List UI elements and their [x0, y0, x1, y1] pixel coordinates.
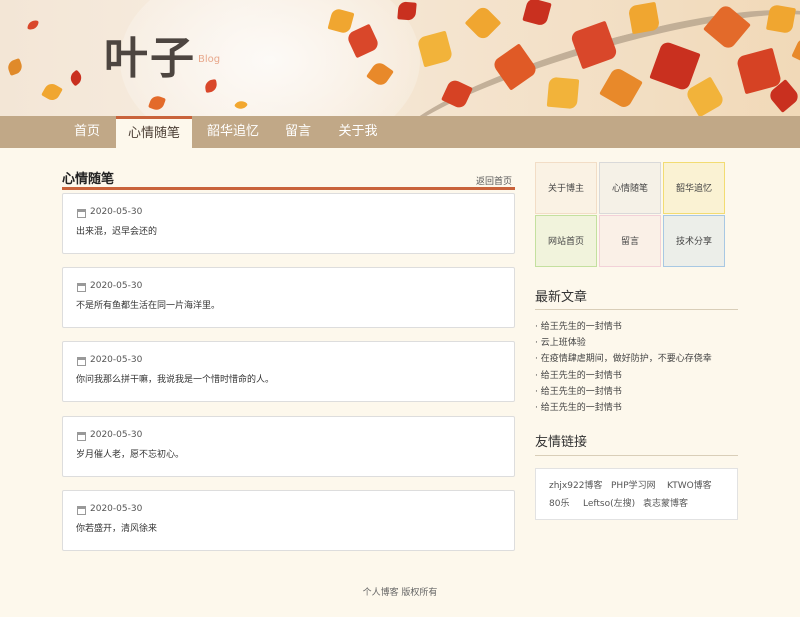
footer-copyright: 个人博客 版权所有: [362, 588, 438, 598]
post-date: 2020-05-30: [90, 430, 143, 440]
leaf-decoration: [67, 69, 85, 87]
section-title: 心情随笔: [62, 172, 115, 187]
tile-mood[interactable]: 心情随笔: [599, 162, 661, 214]
friend-links-box: zhjx922博客 PHP学习网 KTWO博客 80乐 Leftso(左搜) 袁…: [535, 468, 738, 520]
post-date: 2020-05-30: [90, 281, 143, 291]
post-date: 2020-05-30: [90, 207, 143, 217]
article-link[interactable]: · 给王先生的一封情书: [535, 368, 622, 381]
friend-links-rule: [535, 455, 738, 456]
article-link[interactable]: · 给王先生的一封情书: [535, 384, 622, 397]
nav-item-message[interactable]: 留言: [277, 116, 319, 148]
post-card[interactable]: 2020-05-30 岁月催人老，愿不忘初心。: [62, 416, 515, 477]
nav-item-about[interactable]: 关于我: [332, 116, 384, 148]
header-banner: 叶子 Blog: [0, 0, 800, 116]
calendar-icon: [77, 283, 86, 292]
leaf-decoration: [41, 81, 63, 103]
calendar-icon: [77, 506, 86, 515]
logo-subtitle: Blog: [198, 54, 221, 65]
post-text: 不是所有鱼都生活在同一片海洋里。: [76, 301, 221, 311]
calendar-icon: [77, 432, 86, 441]
post-text: 你若盛开，清风徐来: [76, 524, 158, 534]
nav-item-memories[interactable]: 韶华追忆: [200, 116, 266, 148]
tile-message[interactable]: 留言: [599, 215, 661, 267]
nav-item-mood[interactable]: 心情随笔: [116, 116, 192, 148]
friend-link[interactable]: Leftso(左搜): [583, 496, 635, 509]
post-card[interactable]: 2020-05-30 不是所有鱼都生活在同一片海洋里。: [62, 267, 515, 328]
leaf-decoration: [627, 1, 661, 35]
post-card[interactable]: 2020-05-30 你若盛开，清风徐来: [62, 490, 515, 551]
section-underline: [62, 187, 515, 190]
leaf-decoration: [765, 3, 797, 35]
tile-about-blogger[interactable]: 关于博主: [535, 162, 597, 214]
leaf-decoration: [397, 1, 417, 21]
logo-text: 叶子: [104, 33, 196, 84]
post-text: 你问我那么拼干嘛，我说我是一个惜时惜命的人。: [76, 375, 275, 385]
friend-link[interactable]: zhjx922博客: [549, 478, 602, 491]
tile-memories[interactable]: 韶华追忆: [663, 162, 725, 214]
post-card[interactable]: 2020-05-30 你问我那么拼干嘛，我说我是一个惜时惜命的人。: [62, 341, 515, 402]
friend-link[interactable]: PHP学习网: [611, 478, 656, 491]
back-home-link[interactable]: 返回首页: [476, 174, 512, 187]
post-card[interactable]: 2020-05-30 出来混，迟早会还的: [62, 193, 515, 254]
article-link[interactable]: · 云上班体验: [535, 335, 586, 348]
leaf-decoration: [522, 0, 552, 27]
latest-articles-rule: [535, 309, 738, 310]
friend-link[interactable]: 80乐: [549, 496, 569, 509]
main-nav: 首页 心情随笔 韶华追忆 留言 关于我: [0, 116, 800, 148]
friend-link[interactable]: KTWO博客: [667, 478, 712, 491]
post-text: 岁月催人老，愿不忘初心。: [76, 450, 185, 460]
post-date: 2020-05-30: [90, 504, 143, 514]
calendar-icon: [77, 209, 86, 218]
article-link[interactable]: · 给王先生的一封情书: [535, 319, 622, 332]
article-link[interactable]: · 给王先生的一封情书: [535, 400, 622, 413]
leaf-decoration: [416, 30, 454, 68]
friend-links-title: 友情链接: [535, 435, 588, 450]
leaf-decoration: [27, 19, 39, 31]
article-link[interactable]: · 在疫情肆虐期间，做好防护，不要心存侥幸: [535, 351, 712, 364]
tile-home[interactable]: 网站首页: [535, 215, 597, 267]
nav-item-home[interactable]: 首页: [62, 116, 112, 148]
post-text: 出来混，迟早会还的: [76, 227, 158, 237]
post-date: 2020-05-30: [90, 355, 143, 365]
leaf-decoration: [6, 58, 24, 76]
friend-link[interactable]: 袁志蒙博客: [643, 496, 688, 509]
calendar-icon: [77, 357, 86, 366]
leaf-decoration: [546, 76, 580, 110]
tile-tech[interactable]: 技术分享: [663, 215, 725, 267]
latest-articles-title: 最新文章: [535, 290, 588, 305]
leaf-decoration: [464, 4, 502, 42]
site-logo[interactable]: 叶子 Blog: [104, 22, 220, 86]
